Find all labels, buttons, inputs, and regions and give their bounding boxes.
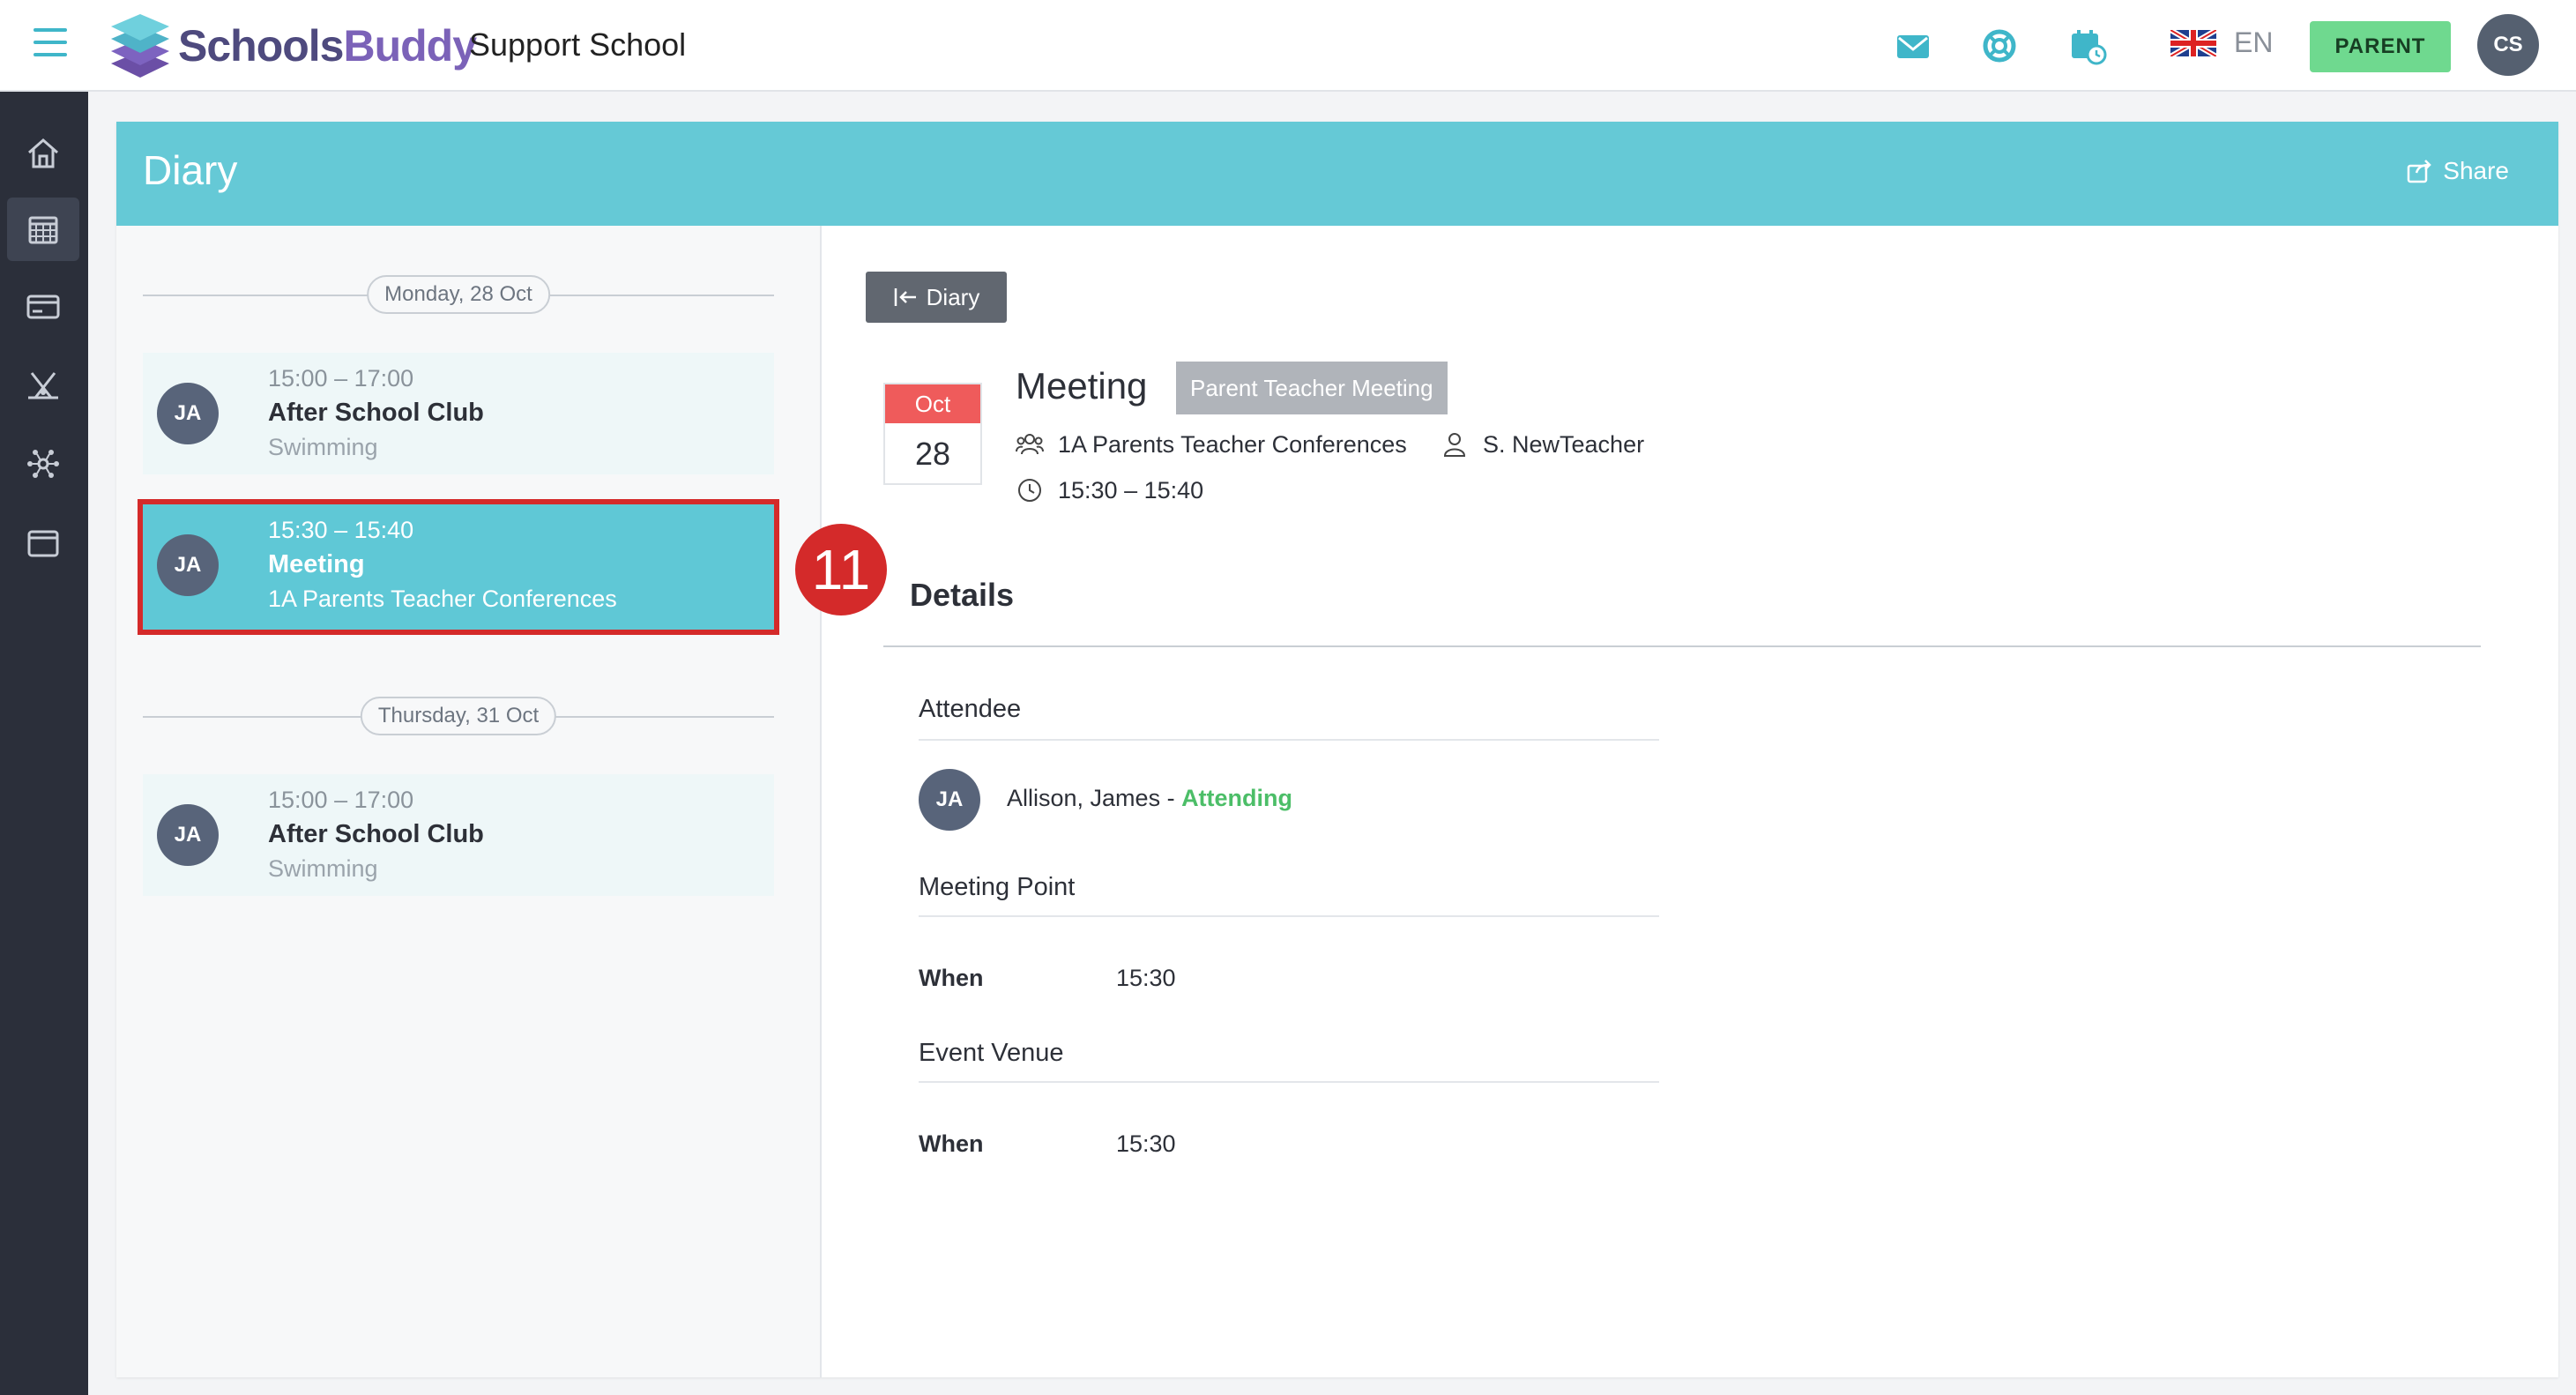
person-icon	[1443, 433, 1466, 457]
details-heading: Details	[910, 577, 1015, 613]
avatar: JA	[157, 804, 219, 866]
event-time: 15:00 – 17:00	[268, 365, 414, 392]
divider	[919, 915, 1659, 917]
event-day: 28	[914, 436, 951, 472]
back-label: Diary	[926, 283, 980, 310]
event-time-row: 15:30 – 15:40	[1016, 476, 1203, 504]
home-icon[interactable]	[7, 122, 79, 185]
divider	[919, 739, 1659, 741]
event-card-after-school-club[interactable]: JA 15:00 – 17:00 After School Club Swimm…	[143, 774, 774, 896]
event-title: Meeting	[268, 550, 365, 578]
event-title: After School Club	[268, 820, 484, 848]
arrow-left-bar-icon	[894, 288, 916, 306]
attendee-avatar: JA	[919, 769, 980, 831]
event-venue-label: Event Venue	[919, 1039, 1064, 1067]
mail-icon[interactable]	[1894, 26, 1932, 65]
schoolsbuddy-logo[interactable]: SchoolsBuddy	[109, 12, 477, 79]
divider	[919, 1081, 1659, 1083]
meeting-point-label: Meeting Point	[919, 873, 1076, 901]
event-date-badge: Oct 28	[883, 383, 982, 485]
activities-icon[interactable]	[7, 354, 79, 418]
event-title: Meeting	[1016, 365, 1148, 407]
event-teacher: S. NewTeacher	[1441, 430, 1644, 459]
share-button[interactable]: Share	[2406, 157, 2509, 185]
attendance-status: Attending	[1181, 785, 1293, 811]
venue-when-label: When	[919, 1130, 984, 1157]
calendar-clock-icon[interactable]	[2068, 26, 2107, 65]
event-subtitle: 1A Parents Teacher Conferences	[268, 586, 617, 612]
role-parent-button[interactable]: PARENT	[2310, 21, 2451, 72]
event-subtitle: Swimming	[268, 434, 378, 460]
event-time: 15:00 – 17:00	[268, 787, 414, 813]
school-name: Support School	[469, 26, 687, 63]
date-label: Thursday, 31 Oct	[360, 697, 557, 735]
diary-header: Diary Share	[116, 122, 2558, 226]
avatar: JA	[157, 383, 219, 444]
event-card-after-school-club[interactable]: JA 15:00 – 17:00 After School Club Swimm…	[143, 353, 774, 474]
language-code: EN	[2234, 26, 2274, 58]
meeting-point-when-label: When	[919, 965, 984, 991]
event-month: Oct	[885, 384, 980, 423]
brand-name: SchoolsBuddy	[178, 21, 477, 71]
attendee-entry: Allison, James - Attending	[1007, 785, 1292, 812]
event-title: After School Club	[268, 399, 484, 427]
back-to-diary-button[interactable]: Diary	[866, 272, 1007, 323]
window-icon[interactable]	[7, 511, 79, 575]
page-title: Diary	[143, 147, 238, 193]
network-icon[interactable]	[7, 432, 79, 496]
event-card-meeting-selected[interactable]: JA 15:30 – 15:40 Meeting 1A Parents Teac…	[138, 499, 779, 635]
user-avatar[interactable]: CS	[2477, 14, 2539, 76]
divider	[883, 645, 2481, 647]
event-group-name: 1A Parents Teacher Conferences	[1058, 430, 1407, 458]
attendee-label: Attendee	[919, 695, 1022, 723]
logo-icon	[111, 14, 169, 78]
card-icon[interactable]	[7, 275, 79, 339]
uk-flag-icon	[2170, 29, 2216, 56]
event-teacher-name: S. NewTeacher	[1483, 430, 1645, 458]
date-divider: Thursday, 31 Oct	[143, 697, 774, 735]
left-sidebar	[0, 92, 88, 1395]
event-type-tag: Parent Teacher Meeting	[1176, 362, 1448, 414]
share-icon	[2408, 160, 2432, 183]
date-divider: Monday, 28 Oct	[143, 275, 774, 314]
calendar-icon[interactable]	[7, 198, 79, 261]
group-icon	[1016, 434, 1044, 455]
meeting-point-when-value: 15:30	[1116, 965, 1176, 991]
attendee-name: Allison, James -	[1007, 785, 1182, 811]
venue-when-value: 15:30	[1116, 1130, 1176, 1157]
share-label: Share	[2443, 157, 2509, 184]
top-bar: SchoolsBuddy Support School EN PARENT CS	[0, 0, 2576, 92]
event-group: 1A Parents Teacher Conferences	[1016, 430, 1407, 459]
lifebuoy-icon[interactable]	[1980, 26, 2019, 65]
event-time: 15:30 – 15:40	[268, 517, 414, 543]
event-time: 15:30 – 15:40	[1058, 476, 1204, 504]
step-number-badge: 11	[795, 524, 887, 615]
language-selector[interactable]: EN	[2170, 26, 2273, 59]
diary-card: Diary Share Monday, 28 Oct JA 15:00 – 17…	[116, 122, 2558, 1377]
diary-list: Monday, 28 Oct JA 15:00 – 17:00 After Sc…	[116, 226, 822, 1377]
hamburger-icon[interactable]	[34, 28, 67, 58]
event-subtitle: Swimming	[268, 855, 378, 882]
clock-icon	[1018, 479, 1041, 502]
avatar: JA	[157, 534, 219, 596]
date-label: Monday, 28 Oct	[367, 275, 550, 314]
